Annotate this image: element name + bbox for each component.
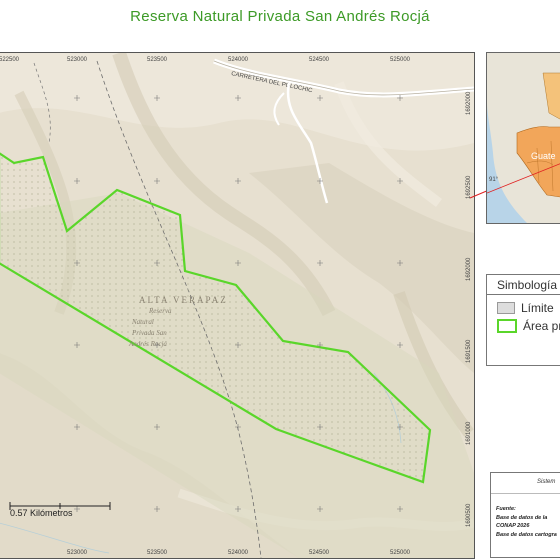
easting-label: 523500 [147, 550, 168, 556]
info-heading: Sistem [537, 479, 556, 485]
legend-title: Simbología [497, 278, 558, 292]
region-label: ALTA VERAPAZ [139, 295, 228, 305]
northing-label: 1691500 [466, 339, 472, 363]
easting-label: 524000 [228, 550, 249, 556]
easting-label: 524500 [309, 57, 330, 63]
main-map[interactable]: CARRETERA DEL POLOCHIC ALTA VERAPAZ Rese… [0, 52, 475, 559]
inset-country-label: Guate [531, 151, 556, 161]
northing-label: 1692500 [466, 175, 472, 199]
easting-label: 523000 [67, 57, 88, 63]
reserve-label-2: Natural [131, 318, 154, 326]
easting-label: 524000 [228, 57, 249, 63]
easting-label: 523500 [147, 57, 168, 63]
easting-label: 524500 [309, 550, 330, 556]
legend-swatch-limite [497, 302, 515, 314]
northing-label: 1690500 [466, 503, 472, 527]
reserve-label-4: Andrés Rocjá [128, 340, 167, 348]
northing-label: 1691000 [466, 421, 472, 445]
easting-label: 525000 [390, 57, 411, 63]
legend-swatch-area [497, 319, 517, 333]
info-source-label: Fuente: [496, 506, 516, 512]
terrain-map: CARRETERA DEL POLOCHIC ALTA VERAPAZ Rese… [0, 53, 474, 558]
info-text: Fuente: Base de datos de la CONAP 2026 B… [496, 505, 557, 539]
reserve-label-3: Privada San [131, 329, 167, 337]
info-box: Sistem Fuente: Base de datos de la CONAP… [490, 472, 560, 558]
info-line: Base de datos de la [496, 514, 548, 521]
legend-divider [487, 294, 560, 295]
easting-label: 523000 [67, 550, 88, 556]
northing-label: 1692000 [466, 257, 472, 281]
info-divider [491, 493, 560, 494]
info-line: CONAP 2026 [496, 523, 530, 529]
inset-map[interactable]: Guate 91° [486, 52, 560, 224]
easting-label: 522500 [0, 57, 20, 63]
legend-label: Límite [521, 301, 554, 315]
legend-box: Simbología Límite Área pr [486, 274, 560, 366]
inset-graphic: Guate 91° [487, 53, 560, 223]
reserve-label-1: Reserva [148, 307, 172, 315]
legend-item-limite: Límite [497, 301, 554, 315]
legend-item-area: Área pr [497, 319, 560, 333]
easting-label: 525000 [390, 550, 411, 556]
map-title: Reserva Natural Privada San Andrés Rocjá [130, 8, 430, 25]
scale-label: 0.57 Kilómetros [10, 508, 73, 518]
legend-label: Área pr [523, 319, 560, 333]
inset-lon-label: 91° [489, 177, 499, 183]
northing-label: 1692000 [466, 91, 472, 115]
info-line: Base de datos cartogra [496, 531, 557, 538]
